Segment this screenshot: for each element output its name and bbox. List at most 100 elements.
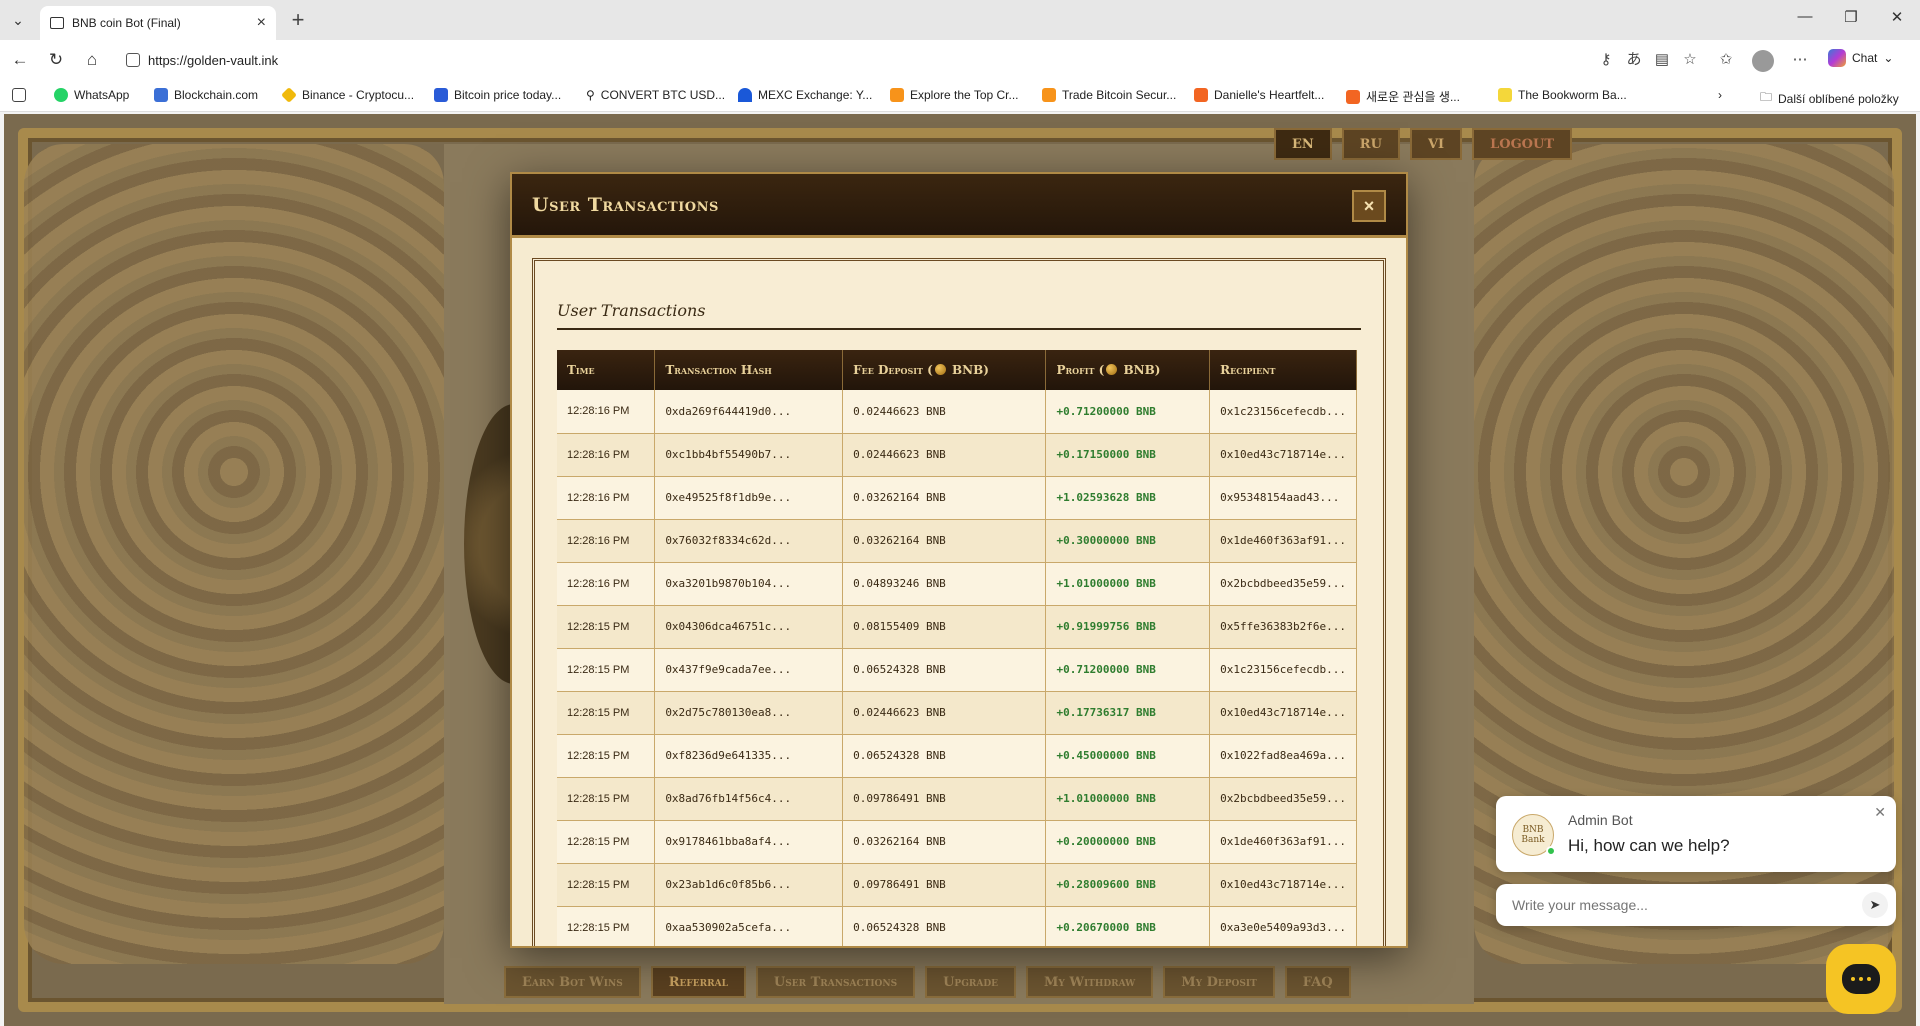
col-profit-unit: BNB) (1119, 363, 1161, 377)
bookmark-label: Danielle's Heartfelt... (1214, 88, 1325, 102)
bookmark-danielle[interactable]: Danielle's Heartfelt... (1194, 88, 1324, 102)
bookmark-binance[interactable]: Binance - Cryptocu... (281, 87, 414, 103)
bookmark-bookworm[interactable]: The Bookworm Ba... (1498, 88, 1627, 102)
bookmark-label: Další oblíbené položky (1778, 91, 1899, 106)
cell-fee: 0.03262164 BNB (842, 820, 1047, 864)
cell-time: 12:28:15 PM (557, 691, 656, 735)
cell-hash[interactable]: 0xaa530902a5cefa... (654, 906, 844, 946)
cell-hash[interactable]: 0x8ad76fb14f56c4... (654, 777, 844, 821)
folder-icon: 🗀 (1760, 90, 1773, 104)
cell-hash[interactable]: 0xe49525f8f1db9e... (654, 476, 844, 520)
key-icon[interactable]: ⚷ (1596, 50, 1616, 70)
refresh-icon[interactable]: ↻ (44, 48, 68, 72)
table-row: 12:28:16 PM 0xa3201b9870b104... 0.04893246… (557, 562, 1357, 606)
favorites-icon[interactable]: ✩ (1716, 50, 1736, 70)
close-tab-icon[interactable]: × (257, 14, 266, 32)
bookmark-mexc[interactable]: MEXC Exchange: Y... (738, 88, 872, 102)
tab-bar: ⌄ BNB coin Bot (Final) × + — ❐ ✕ (0, 0, 1920, 40)
lang-en-button[interactable]: EN (1274, 128, 1332, 160)
lang-vi-button[interactable]: VI (1409, 128, 1463, 160)
cell-hash[interactable]: 0x437f9e9cada7ee... (654, 648, 844, 692)
cell-hash[interactable]: 0x9178461bba8af4... (654, 820, 844, 864)
binance-icon (281, 87, 297, 103)
cell-recipient: 0x1de460f363af91... (1209, 519, 1357, 563)
reader-icon[interactable]: ▤ (1652, 50, 1672, 70)
cell-hash[interactable]: 0x2d75c780130ea8... (654, 691, 844, 735)
site-info-icon[interactable] (126, 53, 140, 67)
lang-ru-button[interactable]: RU (1341, 128, 1400, 160)
cell-fee: 0.09786491 BNB (842, 863, 1047, 907)
cell-hash[interactable]: 0x04306dca46751c... (654, 605, 844, 649)
close-window-icon[interactable]: ✕ (1882, 8, 1912, 26)
cell-time: 12:28:16 PM (557, 476, 656, 520)
tab-list-dropdown-icon[interactable]: ⌄ (6, 8, 30, 32)
home-icon[interactable]: ⌂ (80, 48, 104, 72)
nav-faq[interactable]: FAQ (1284, 966, 1351, 998)
language-switcher: EN RU VI LOGOUT (1274, 128, 1573, 160)
chat-launcher-button[interactable] (1826, 944, 1896, 1014)
back-icon[interactable]: ← (8, 48, 32, 72)
restore-icon[interactable]: ❐ (1836, 8, 1866, 26)
bookmark-site-icon (1498, 88, 1512, 102)
close-chat-icon[interactable]: ✕ (1874, 804, 1886, 821)
search-icon: ⚲ (586, 88, 595, 102)
table-header-row: Time Transaction Hash Fee Deposit ( BNB)… (557, 350, 1357, 390)
translate-icon[interactable]: あ (1624, 50, 1644, 70)
modal-body[interactable]: User Transactions Time Transaction Hash … (512, 238, 1406, 946)
col-hash: Transaction Hash (654, 350, 844, 390)
new-tab-icon[interactable]: + (286, 8, 310, 32)
bookmark-whatsapp[interactable]: WhatsApp (54, 88, 129, 102)
copilot-icon (1828, 49, 1846, 67)
bookmark-explore-top[interactable]: Explore the Top Cr... (890, 88, 1019, 102)
cell-hash[interactable]: 0xf8236d9e641335... (654, 734, 844, 778)
more-icon[interactable]: ⋯ (1790, 50, 1810, 70)
col-recipient: Recipient (1209, 350, 1357, 390)
cell-recipient: 0x2bcbdbeed35e59... (1209, 777, 1357, 821)
logout-button[interactable]: LOGOUT (1472, 128, 1573, 160)
bookmark-label: Trade Bitcoin Secur... (1062, 88, 1177, 102)
nav-my-deposit[interactable]: My Deposit (1163, 966, 1275, 998)
nav-earn-bot-wins[interactable]: Earn Bot Wins (504, 966, 641, 998)
close-modal-button[interactable]: × (1352, 190, 1386, 222)
col-time: Time (557, 350, 656, 390)
cell-recipient: 0x10ed43c718714e... (1209, 433, 1357, 477)
chat-message-input[interactable] (1496, 897, 1836, 913)
modal-header: User Transactions × (512, 174, 1406, 238)
copilot-chat-button[interactable]: Chat ⌄ (1828, 49, 1893, 67)
other-favorites[interactable]: 🗀 Další oblíbené položky (1760, 88, 1899, 109)
section-title: User Transactions (557, 301, 1361, 330)
profile-icon[interactable] (1752, 50, 1774, 72)
blockchain-icon (154, 88, 168, 102)
nav-referral[interactable]: Referral (650, 966, 746, 998)
cell-fee: 0.04893246 BNB (842, 562, 1047, 606)
bookmark-convert-btc[interactable]: ⚲ CONVERT BTC USD... (586, 88, 725, 102)
col-fee-unit: BNB) (947, 363, 989, 377)
bottom-nav: Earn Bot Wins Referral User Transactions… (504, 966, 1351, 998)
bookmark-blockchain[interactable]: Blockchain.com (154, 88, 258, 102)
cell-time: 12:28:15 PM (557, 734, 656, 778)
cell-profit: +0.28009600 BNB (1045, 863, 1211, 907)
transactions-modal: User Transactions × User Transactions Ti… (510, 172, 1408, 948)
cell-hash[interactable]: 0xc1bb4bf55490b7... (654, 433, 844, 477)
table-row: 12:28:16 PM 0x76032f8334c62d... 0.03262164… (557, 519, 1357, 563)
cell-hash[interactable]: 0xa3201b9870b104... (654, 562, 844, 606)
cell-fee: 0.06524328 BNB (842, 906, 1047, 946)
bot-message: Hi, how can we help? (1568, 836, 1730, 855)
browser-tab[interactable]: BNB coin Bot (Final) × (40, 6, 276, 40)
bookmarks-overflow-icon[interactable]: › (1718, 88, 1722, 102)
bookmark-korean[interactable]: 새로운 관심을 생... (1346, 88, 1460, 105)
bookmarks-menu-icon[interactable] (12, 88, 26, 102)
bookmark-bitcoin-price[interactable]: Bitcoin price today... (434, 88, 561, 102)
nav-my-withdraw[interactable]: My Withdraw (1026, 966, 1154, 998)
cell-hash[interactable]: 0xda269f644419d0... (654, 390, 844, 434)
bookmark-label: WhatsApp (74, 88, 130, 102)
send-icon[interactable]: ➤ (1862, 892, 1888, 918)
nav-upgrade[interactable]: Upgrade (925, 966, 1017, 998)
minimize-icon[interactable]: — (1790, 8, 1820, 25)
cell-hash[interactable]: 0x76032f8334c62d... (654, 519, 844, 563)
favorite-star-icon[interactable]: ☆ (1680, 50, 1700, 70)
cell-fee: 0.02446623 BNB (842, 390, 1047, 434)
nav-user-transactions[interactable]: User Transactions (755, 966, 916, 998)
cell-hash[interactable]: 0x23ab1d6c0f85b6... (654, 863, 844, 907)
bookmark-trade-bitcoin[interactable]: Trade Bitcoin Secur... (1042, 88, 1176, 102)
